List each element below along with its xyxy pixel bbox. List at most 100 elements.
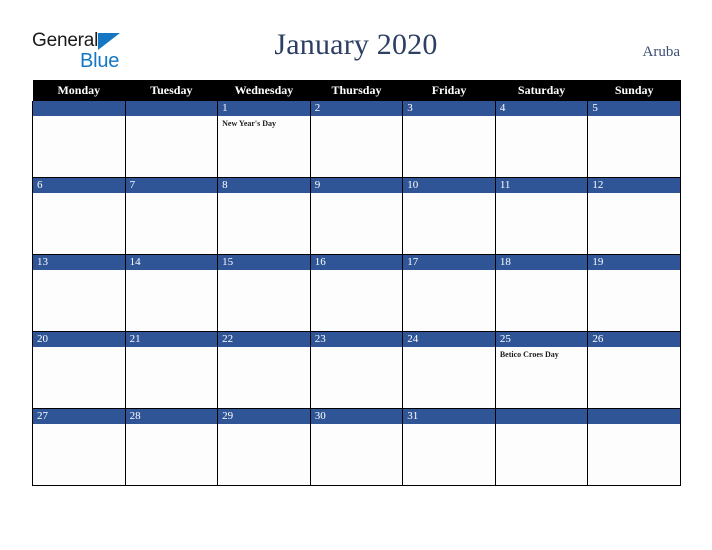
day-cell-inner: 30 — [310, 409, 403, 485]
weekday-header-thursday: Thursday — [310, 80, 403, 101]
day-cell-inner: 14 — [125, 255, 218, 331]
day-cell-inner: 19 — [588, 255, 680, 331]
calendar-day-cell[interactable]: 24 — [402, 331, 496, 409]
calendar-week-row: 27 28 29 30 31 — [32, 408, 681, 486]
calendar-day-cell[interactable]: 11 — [494, 177, 589, 255]
calendar-day-cell[interactable]: 23 — [309, 331, 404, 409]
calendar-grid: Monday Tuesday Wednesday Thursday Friday… — [32, 80, 681, 486]
calendar-day-cell[interactable]: 31 — [402, 408, 496, 486]
day-cell-inner: 25 Betico Croes Day — [495, 332, 588, 408]
day-number: 16 — [310, 255, 403, 270]
day-cell-inner: 23 — [310, 332, 403, 408]
country-label: Aruba — [642, 44, 681, 60]
calendar-day-cell[interactable]: 16 — [309, 254, 404, 332]
day-number — [588, 409, 680, 424]
day-cell-inner: 10 — [403, 178, 495, 254]
calendar-day-cell[interactable]: 21 — [124, 331, 219, 409]
calendar-day-cell[interactable]: 19 — [587, 254, 681, 332]
weekday-header-sunday: Sunday — [587, 80, 681, 101]
day-cell-inner: 2 — [310, 101, 403, 177]
calendar-day-cell[interactable]: 12 — [587, 177, 681, 255]
calendar-day-cell[interactable]: 7 — [124, 177, 219, 255]
day-number — [495, 409, 588, 424]
day-number: 11 — [495, 178, 588, 193]
calendar-empty-cell[interactable] — [587, 408, 681, 486]
day-number: 22 — [218, 332, 310, 347]
calendar-day-cell[interactable]: 20 — [32, 331, 126, 409]
day-number: 25 — [495, 332, 588, 347]
day-number: 6 — [33, 178, 125, 193]
calendar-day-cell[interactable]: 27 — [32, 408, 126, 486]
day-number: 27 — [33, 409, 125, 424]
page-header: General Blue January 2020 Aruba — [0, 0, 712, 80]
day-number: 29 — [218, 409, 310, 424]
calendar-day-cell[interactable]: 25 Betico Croes Day — [494, 331, 589, 409]
calendar-empty-cell[interactable] — [32, 101, 126, 178]
day-number: 14 — [125, 255, 218, 270]
day-number: 2 — [310, 101, 403, 116]
day-number: 4 — [495, 101, 588, 116]
calendar-day-cell[interactable]: 13 — [32, 254, 126, 332]
weekday-header-friday: Friday — [402, 80, 496, 101]
calendar-day-cell[interactable]: 18 — [494, 254, 589, 332]
calendar-week-row: 6 7 8 9 10 11 12 — [32, 177, 681, 255]
day-number: 17 — [403, 255, 495, 270]
calendar-day-cell[interactable]: 4 — [494, 101, 589, 178]
calendar-empty-cell[interactable] — [124, 101, 219, 178]
calendar-day-cell[interactable]: 30 — [309, 408, 404, 486]
day-cell-inner: 17 — [403, 255, 495, 331]
day-number: 18 — [495, 255, 588, 270]
calendar-day-cell[interactable]: 22 — [217, 331, 311, 409]
day-number: 28 — [125, 409, 218, 424]
day-cell-inner: 15 — [218, 255, 310, 331]
calendar-day-cell[interactable]: 5 — [587, 101, 681, 178]
weekday-header-wednesday: Wednesday — [217, 80, 311, 101]
calendar-week-row: 20 21 22 23 24 25 Betico Croes Day 26 — [32, 331, 681, 409]
calendar-day-cell[interactable]: 14 — [124, 254, 219, 332]
day-cell-inner — [33, 101, 125, 177]
calendar-week-row: 1 New Year's Day 2 3 4 5 — [32, 101, 681, 178]
calendar-day-cell[interactable]: 15 — [217, 254, 311, 332]
day-number: 23 — [310, 332, 403, 347]
day-cell-inner: 16 — [310, 255, 403, 331]
day-number: 10 — [403, 178, 495, 193]
calendar-week-row: 13 14 15 16 17 18 19 — [32, 254, 681, 332]
calendar-day-cell[interactable]: 26 — [587, 331, 681, 409]
calendar-day-cell[interactable]: 9 — [309, 177, 404, 255]
day-cell-inner: 20 — [33, 332, 125, 408]
day-cell-inner: 3 — [403, 101, 495, 177]
calendar-day-cell[interactable]: 28 — [124, 408, 219, 486]
day-cell-inner — [125, 101, 218, 177]
calendar-day-cell[interactable]: 3 — [402, 101, 496, 178]
calendar-day-cell[interactable]: 10 — [402, 177, 496, 255]
day-cell-inner: 5 — [588, 101, 680, 177]
day-cell-inner: 9 — [310, 178, 403, 254]
holiday-label: New Year's Day — [222, 119, 277, 128]
calendar-day-cell[interactable]: 17 — [402, 254, 496, 332]
calendar-day-cell[interactable]: 29 — [217, 408, 311, 486]
weekday-header-tuesday: Tuesday — [125, 80, 218, 101]
day-number — [33, 101, 125, 116]
calendar-day-cell[interactable]: 2 — [309, 101, 404, 178]
day-cell-inner: 29 — [218, 409, 310, 485]
calendar-day-cell[interactable]: 6 — [32, 177, 126, 255]
day-number: 24 — [403, 332, 495, 347]
calendar-body: 1 New Year's Day 2 3 4 5 6 7 8 9 10 11 12 13 14 15 16 17 1… — [32, 101, 681, 486]
day-cell-inner — [588, 409, 680, 485]
calendar-day-cell[interactable]: 8 — [217, 177, 311, 255]
weekday-header-row: Monday Tuesday Wednesday Thursday Friday… — [32, 80, 681, 101]
calendar-day-cell[interactable]: 1 New Year's Day — [217, 101, 311, 178]
day-cell-inner — [495, 409, 588, 485]
day-cell-inner: 18 — [495, 255, 588, 331]
weekday-header-saturday: Saturday — [495, 80, 588, 101]
day-cell-inner: 22 — [218, 332, 310, 408]
page-title: January 2020 — [274, 28, 438, 61]
day-cell-inner: 28 — [125, 409, 218, 485]
day-number: 13 — [33, 255, 125, 270]
day-number: 30 — [310, 409, 403, 424]
day-cell-inner: 1 New Year's Day — [218, 101, 310, 177]
calendar-empty-cell[interactable] — [494, 408, 589, 486]
day-cell-inner: 7 — [125, 178, 218, 254]
day-number: 15 — [218, 255, 310, 270]
day-cell-inner: 4 — [495, 101, 588, 177]
